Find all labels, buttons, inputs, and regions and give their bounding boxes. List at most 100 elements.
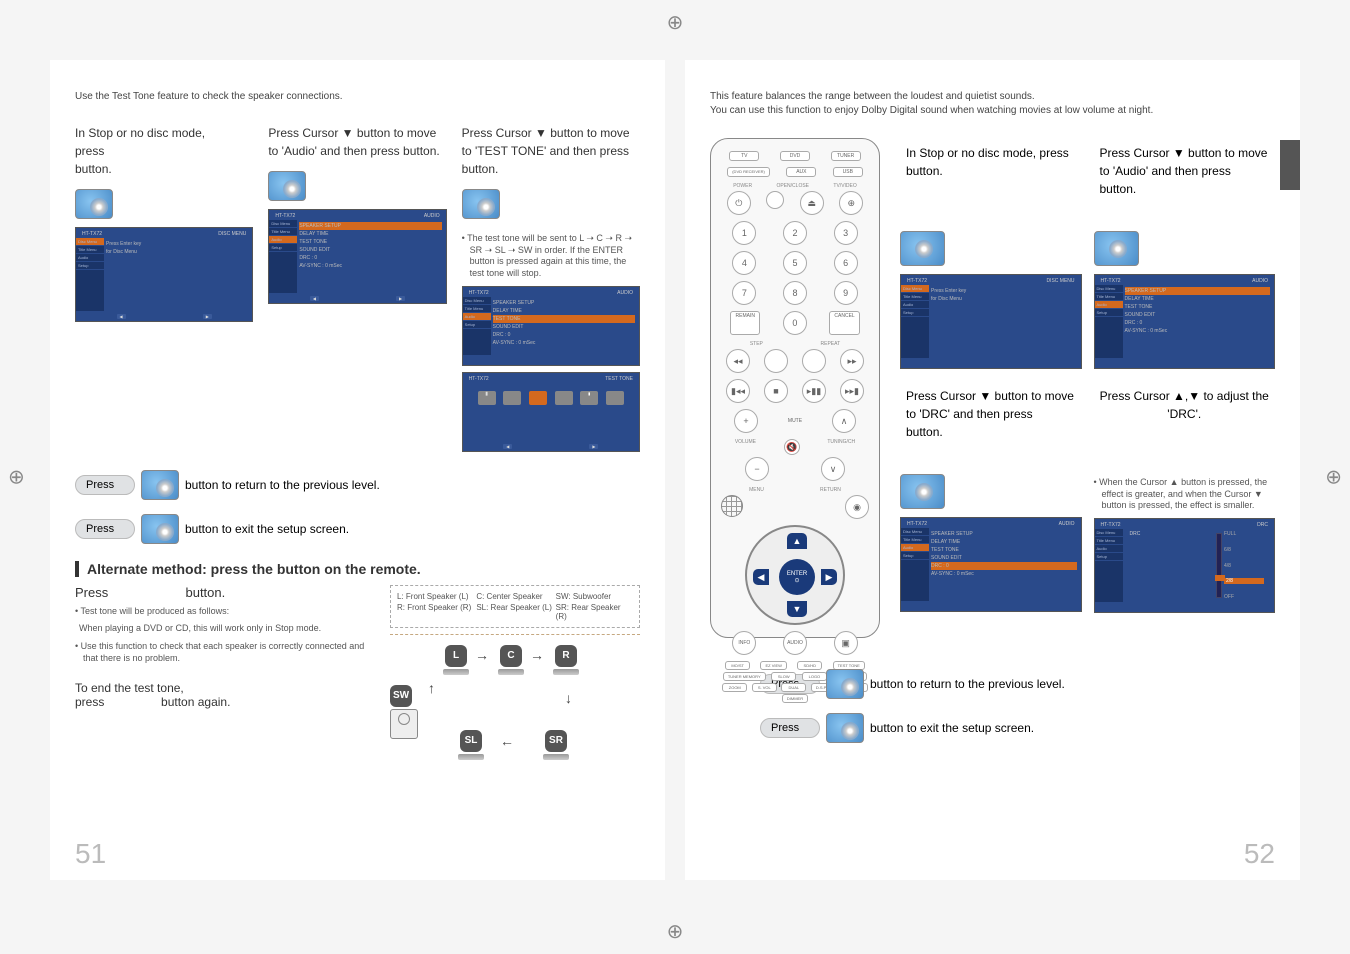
screenshot-test-tone: HT-TX72AUDIO Disc Menu Title Menu Audio … — [462, 286, 640, 366]
step3-text: Press Cursor ▼ button to move to 'TEST T… — [462, 126, 630, 158]
prev-button[interactable]: ▮◂◂ — [726, 379, 750, 403]
num-8[interactable]: 8 — [783, 281, 807, 305]
remote-tv-button[interactable]: TV — [729, 151, 759, 161]
ss-item: SPEAKER SETUP — [1125, 287, 1271, 295]
tune-up[interactable]: ∧ — [832, 409, 856, 433]
skip-fwd[interactable]: ▸▸ — [840, 349, 864, 373]
steps-column: In Stop or no disc mode, press button. H… — [900, 138, 1275, 638]
rstep2-text-b: button. — [1100, 182, 1137, 196]
grid-btn[interactable]: SLOW — [771, 672, 796, 681]
grid-btn[interactable]: MO/ST — [725, 661, 750, 670]
stop-button[interactable]: ■ — [764, 379, 788, 403]
step2-text-b: button. — [403, 144, 440, 158]
speaker-sr-icon: SR — [545, 730, 567, 752]
grid-btn[interactable]: DIMMER — [782, 694, 808, 703]
ss-item: TEST TONE — [931, 546, 1077, 554]
eject-button[interactable]: ⏏ — [800, 191, 824, 215]
step3-text-b: button. — [462, 162, 499, 176]
next-button[interactable]: ▸▸▮ — [840, 379, 864, 403]
grid-btn[interactable]: DUAL — [781, 683, 806, 692]
enter-button-icon — [900, 474, 945, 509]
scale: FULL — [1224, 531, 1264, 537]
cursor-down[interactable]: ▼ — [787, 601, 807, 617]
mute-button[interactable]: 🔇 — [784, 439, 800, 455]
screenshot-audio-menu: HT-TX72AUDIO Disc Menu Title Menu Audio … — [268, 209, 446, 304]
ss-text: for Disc Menu — [931, 295, 1077, 303]
alt-left-col: Press button. • Test tone will be produc… — [75, 585, 375, 774]
return-button[interactable]: ◉ — [845, 495, 869, 519]
grid-btn[interactable]: TUNER MEMORY — [723, 672, 766, 681]
remote-usb-button[interactable]: USB — [833, 167, 863, 177]
tv-video-button[interactable]: ⊕ — [839, 191, 863, 215]
ss-nav: Disc Menu — [1095, 529, 1123, 537]
scale: 4/8 — [1224, 563, 1264, 569]
screenshot-test-tone-layout: HT-TX72TEST TONE ▮ ▮ ◀▶ — [462, 372, 640, 452]
play-pause-button[interactable]: ▸▮▮ — [802, 379, 826, 403]
cursor-left[interactable]: ◀ — [753, 569, 769, 585]
vol-down[interactable]: − — [745, 457, 769, 481]
ss-title-r: AUDIO — [1252, 278, 1268, 284]
ss-title-r: AUDIO — [424, 213, 440, 219]
alt-bullet-1: • Test tone will be produced as follows: — [75, 606, 375, 618]
label: REPEAT — [821, 341, 841, 347]
legend-sr: SR: Rear Speaker (R) — [556, 603, 633, 621]
num-5[interactable]: 5 — [783, 251, 807, 275]
num-3[interactable]: 3 — [834, 221, 858, 245]
num-1[interactable]: 1 — [732, 221, 756, 245]
grid-btn[interactable]: S. VOL — [752, 683, 777, 692]
rstep-3: Press Cursor ▼ button to move to 'DRC' a… — [900, 381, 1082, 613]
grid-btn[interactable]: LOGO — [802, 672, 827, 681]
label: RETURN — [820, 487, 841, 493]
ss-item: DELAY TIME — [493, 307, 635, 315]
remote-receiver-button[interactable]: (DVD RECEIVER) — [727, 167, 770, 177]
ss-title-r: TEST TONE — [605, 376, 633, 382]
ss-nav: Setup — [463, 321, 491, 329]
cancel-button[interactable]: CANCEL — [829, 311, 859, 335]
num-6[interactable]: 6 — [834, 251, 858, 275]
ss-nav: Title Menu — [463, 305, 491, 313]
crop-mark: ⊕ — [667, 919, 684, 944]
remain-button[interactable]: REMAIN — [730, 311, 760, 335]
intro-text: This feature balances the range between … — [710, 90, 1275, 118]
label: POWER — [733, 183, 752, 189]
menu-button[interactable] — [721, 495, 743, 517]
vol-up[interactable]: + — [734, 409, 758, 433]
skip-back[interactable]: ◂◂ — [726, 349, 750, 373]
enter-button[interactable]: ENTER ⊙ — [779, 559, 815, 595]
remote-aux-button[interactable]: AUX — [786, 167, 816, 177]
grid-btn[interactable]: ZOOM — [722, 683, 747, 692]
ss-item: AV-SYNC : 0 mSec — [1125, 327, 1271, 335]
legend-c: C: Center Speaker — [476, 592, 553, 601]
ss-text: Press Enter key — [106, 240, 248, 248]
num-2[interactable]: 2 — [783, 221, 807, 245]
num-0[interactable]: 0 — [783, 311, 807, 335]
tune-down[interactable]: ∨ — [821, 457, 845, 481]
info-button[interactable]: INFO — [732, 631, 756, 655]
grid-btn[interactable]: SD/HD — [797, 661, 822, 670]
remote-dvd-button[interactable]: DVD — [780, 151, 810, 161]
grid-btn[interactable]: EZ VIEW — [760, 661, 786, 670]
page-number: 51 — [75, 838, 106, 870]
ss-item: DRC : 0 — [931, 562, 1077, 570]
pl2-button[interactable]: ▣ — [834, 631, 858, 655]
num-9[interactable]: 9 — [834, 281, 858, 305]
enter-button-icon — [1094, 231, 1139, 266]
audio-button[interactable]: AUDIO — [783, 631, 807, 655]
cursor-up[interactable]: ▲ — [787, 533, 807, 549]
step-button[interactable] — [764, 349, 788, 373]
enter-button-icon — [462, 189, 500, 219]
ss-nav: Disc Menu — [76, 238, 104, 246]
cursor-right[interactable]: ▶ — [821, 569, 837, 585]
ss-nav: Title Menu — [76, 246, 104, 254]
end-tone-l3: button again. — [161, 695, 230, 709]
ss-nav: Setup — [901, 552, 929, 560]
num-7[interactable]: 7 — [732, 281, 756, 305]
rstep3-text: Press Cursor ▼ button to move to 'DRC' a… — [906, 389, 1074, 421]
ss-hl: HT-TX72 — [1101, 278, 1121, 284]
screenshot-audio: HT-TX72AUDIO Disc Menu Title Menu Audio … — [1094, 274, 1276, 369]
return-button-icon — [141, 470, 179, 500]
power-button[interactable]: ⏻ — [727, 191, 751, 215]
remote-tuner-button[interactable]: TUNER — [831, 151, 861, 161]
num-4[interactable]: 4 — [732, 251, 756, 275]
repeat-button[interactable] — [802, 349, 826, 373]
